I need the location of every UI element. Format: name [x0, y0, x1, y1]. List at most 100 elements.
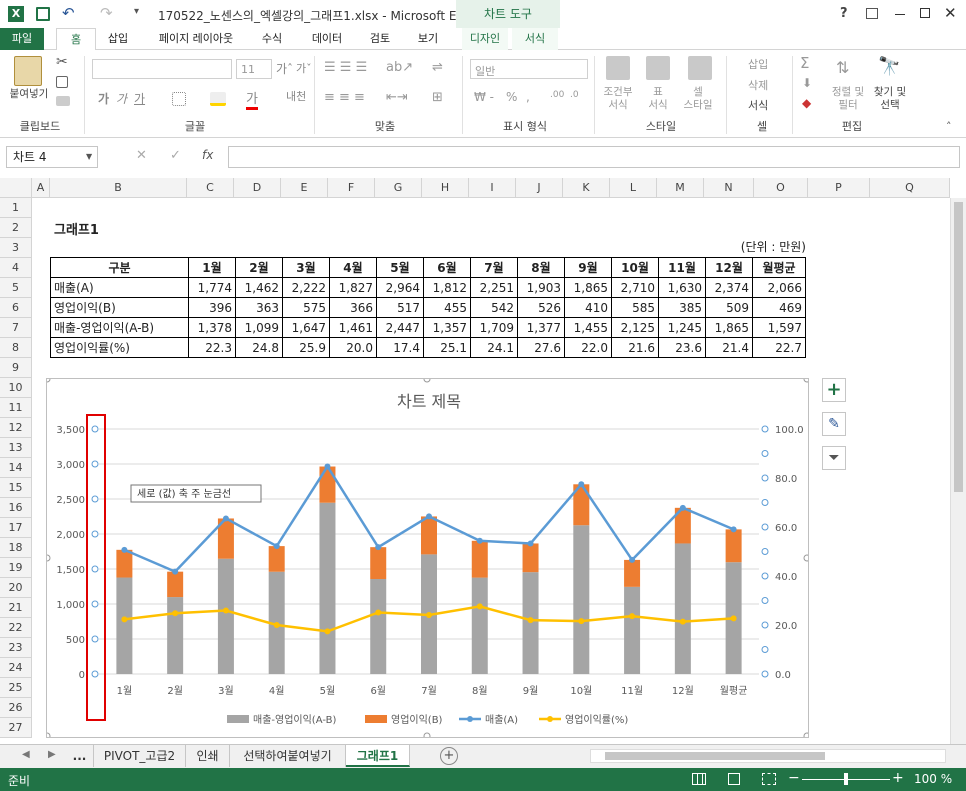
conditional-format-icon[interactable] — [606, 56, 630, 80]
format-table-icon[interactable] — [646, 56, 670, 80]
value-cell[interactable]: 25.9 — [282, 337, 330, 358]
row-header[interactable]: 19 — [0, 558, 32, 578]
value-cell[interactable]: 1,378 — [188, 317, 236, 338]
value-cell[interactable]: 2,066 — [752, 277, 806, 298]
row-header[interactable]: 6 — [0, 298, 32, 318]
row-header[interactable]: 5 — [0, 278, 32, 298]
tab-design[interactable]: 디자인 — [462, 28, 508, 50]
value-cell[interactable]: 585 — [611, 297, 659, 318]
sheet-tab-paste-special[interactable]: 선택하여붙여넣기 — [230, 745, 346, 767]
column-header-n[interactable]: N — [704, 178, 754, 198]
align-left-icon[interactable]: ≡ ≡ ≡ — [324, 90, 365, 105]
value-cell[interactable]: 27.6 — [517, 337, 565, 358]
zoom-slider-thumb[interactable] — [844, 773, 848, 785]
row-header[interactable]: 21 — [0, 598, 32, 618]
format-painter-icon[interactable] — [56, 96, 70, 106]
find-select-button[interactable]: 찾기 및 선택 — [866, 86, 914, 112]
underline-icon[interactable]: 가 — [134, 90, 145, 107]
decrease-decimal-icon[interactable]: .0 — [570, 90, 579, 100]
autosum-icon[interactable]: Σ — [800, 54, 809, 72]
merge-icon[interactable]: ⊞ — [432, 90, 443, 105]
value-cell[interactable]: 17.4 — [376, 337, 424, 358]
row-header[interactable]: 16 — [0, 498, 32, 518]
next-sheet-icon[interactable]: ▶ — [48, 749, 56, 760]
font-shrink-icon[interactable]: 가ˇ — [296, 60, 312, 76]
row-header[interactable]: 15 — [0, 478, 32, 498]
italic-icon[interactable]: 가 — [116, 90, 127, 107]
increase-decimal-icon[interactable]: .00 — [550, 90, 564, 100]
value-cell[interactable]: 21.4 — [705, 337, 753, 358]
qat-customize-icon[interactable]: ▾ — [134, 6, 139, 17]
percent-icon[interactable]: % — [506, 90, 517, 104]
column-header-p[interactable]: P — [808, 178, 870, 198]
value-cell[interactable]: 20.0 — [329, 337, 377, 358]
conditional-format-button[interactable]: 조건부 서식 — [596, 86, 640, 112]
header-cell[interactable]: 월평균 — [752, 257, 806, 278]
sheet-tab-more[interactable]: ... — [66, 745, 94, 767]
row-header[interactable]: 11 — [0, 398, 32, 418]
chart-object[interactable]: 차트 제목 0 500 1,000 1,500 2,000 2,500 3,000 3,500 0… — [43, 375, 811, 740]
namebox-dropdown-icon[interactable]: ▼ — [86, 152, 92, 161]
insert-function-icon[interactable]: fx — [202, 148, 213, 162]
currency-icon[interactable]: ₩ - — [474, 90, 494, 104]
ribbon-display-icon[interactable] — [866, 8, 878, 19]
page-layout-view-icon[interactable] — [728, 773, 740, 785]
header-cell[interactable]: 2월 — [235, 257, 283, 278]
value-cell[interactable]: 1,903 — [517, 277, 565, 298]
chart-elements-button[interactable]: + — [822, 378, 846, 402]
value-cell[interactable]: 1,774 — [188, 277, 236, 298]
clear-icon[interactable]: ◆ — [802, 96, 811, 110]
value-cell[interactable]: 1,462 — [235, 277, 283, 298]
header-cell[interactable]: 11월 — [658, 257, 706, 278]
row-header[interactable]: 2 — [0, 218, 32, 238]
row-header[interactable]: 7 — [0, 318, 32, 338]
value-cell[interactable]: 2,222 — [282, 277, 330, 298]
tab-review[interactable]: 검토 — [362, 28, 398, 50]
value-cell[interactable]: 21.6 — [611, 337, 659, 358]
value-cell[interactable]: 509 — [705, 297, 753, 318]
normal-view-icon[interactable] — [692, 773, 706, 785]
row-header[interactable]: 3 — [0, 238, 32, 258]
row-header[interactable]: 12 — [0, 418, 32, 438]
header-cell[interactable]: 9월 — [564, 257, 612, 278]
vertical-scroll-thumb[interactable] — [954, 202, 963, 492]
header-cell[interactable]: 구분 — [50, 257, 189, 278]
row-label-cell[interactable]: 매출-영업이익(A-B) — [50, 317, 189, 338]
row-header[interactable]: 9 — [0, 358, 32, 378]
value-cell[interactable]: 2,374 — [705, 277, 753, 298]
value-cell[interactable]: 1,865 — [564, 277, 612, 298]
row-label-cell[interactable]: 영업이익(B) — [50, 297, 189, 318]
chart-styles-brush-icon[interactable]: ✎ — [822, 412, 846, 436]
value-cell[interactable]: 1,709 — [470, 317, 518, 338]
value-cell[interactable]: 22.0 — [564, 337, 612, 358]
paste-button[interactable]: 붙여넣기 — [6, 88, 52, 101]
format-cells-button[interactable]: 서식 — [748, 97, 768, 113]
value-cell[interactable]: 366 — [329, 297, 377, 318]
font-color-icon[interactable]: 가 — [246, 88, 258, 110]
row-header[interactable]: 8 — [0, 338, 32, 358]
prev-sheet-icon[interactable]: ◀ — [22, 749, 30, 760]
value-cell[interactable]: 22.7 — [752, 337, 806, 358]
value-cell[interactable]: 1,461 — [329, 317, 377, 338]
value-cell[interactable]: 385 — [658, 297, 706, 318]
column-header-g[interactable]: G — [375, 178, 422, 198]
vertical-scrollbar[interactable] — [950, 198, 966, 744]
value-cell[interactable]: 2,964 — [376, 277, 424, 298]
tab-file[interactable]: 파일 — [0, 28, 44, 50]
value-cell[interactable]: 23.6 — [658, 337, 706, 358]
find-select-icon[interactable]: 🔭 — [878, 56, 900, 77]
value-cell[interactable]: 1,357 — [423, 317, 471, 338]
tab-data[interactable]: 데이터 — [304, 28, 350, 50]
name-box[interactable]: 차트 4 — [6, 146, 98, 168]
header-cell[interactable]: 1월 — [188, 257, 236, 278]
column-header-f[interactable]: F — [328, 178, 375, 198]
bold-icon[interactable]: 가 — [98, 90, 109, 107]
value-cell[interactable]: 1,812 — [423, 277, 471, 298]
column-header-d[interactable]: D — [234, 178, 281, 198]
value-cell[interactable]: 25.1 — [423, 337, 471, 358]
column-header-l[interactable]: L — [610, 178, 657, 198]
collapse-ribbon-icon[interactable]: ˄ — [946, 120, 952, 133]
column-header-c[interactable]: C — [187, 178, 234, 198]
column-header-q[interactable]: Q — [870, 178, 950, 198]
sort-filter-button[interactable]: 정렬 및 필터 — [826, 86, 870, 112]
